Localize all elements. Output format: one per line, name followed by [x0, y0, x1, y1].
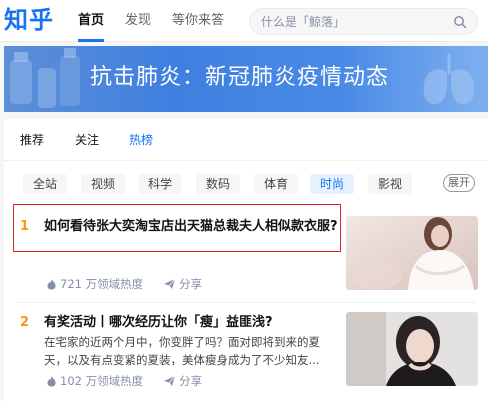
category-science[interactable]: 科学 [138, 174, 183, 194]
item-title[interactable]: 如何看待张大奕淘宝店出天猫总裁夫人相似款衣服? [44, 218, 338, 236]
share-label: 分享 [179, 374, 203, 388]
tab-hot[interactable]: 热榜 [129, 132, 153, 148]
share-button[interactable]: 分享 [163, 276, 202, 292]
zhihu-logo[interactable]: 知乎 [4, 4, 54, 36]
heat-value: 721 万领域热度 [60, 277, 144, 291]
heat-value: 102 万领域热度 [60, 374, 144, 388]
covid-banner[interactable]: 抗击肺炎：新冠肺炎疫情动态 [4, 46, 488, 112]
rank-number: 2 [20, 315, 30, 330]
category-fashion[interactable]: 时尚 [310, 174, 355, 194]
tab-recommend[interactable]: 推荐 [20, 132, 44, 148]
item-title[interactable]: 有奖活动丨哪次经历让你「瘦」益匪浅? [44, 314, 273, 332]
flame-icon [47, 279, 56, 290]
category-sports[interactable]: 体育 [254, 174, 299, 194]
category-digital[interactable]: 数码 [196, 174, 241, 194]
search-box[interactable]: 什么是「鲸落」 [249, 8, 478, 35]
feed-tabs: 推荐 关注 热榜 [4, 119, 488, 161]
category-film[interactable]: 影视 [368, 174, 413, 194]
item-meta: 102 万领域热度 分享 [46, 373, 202, 389]
top-navigation-bar: 知乎 首页 发现 等你来答 什么是「鲸落」 [0, 0, 488, 42]
search-input[interactable]: 什么是「鲸落」 [261, 14, 345, 30]
share-button[interactable]: 分享 [163, 373, 202, 389]
excerpt-line: 天，以及有点变紧的夏装，美体瘦身成为了不少知友... [44, 353, 320, 367]
nav-active-indicator [78, 39, 104, 42]
item-divider [16, 302, 476, 303]
share-label: 分享 [179, 277, 203, 291]
share-icon [164, 278, 176, 289]
tab-follow[interactable]: 关注 [75, 132, 99, 148]
item-excerpt[interactable]: 在宅家的近两个月中，你变胖了吗？面对即将到来的夏 天，以及有点变紧的夏装，美体瘦… [44, 333, 334, 369]
nav-waiting-answers[interactable]: 等你来答 [172, 12, 224, 30]
item-meta: 721 万领域热度 分享 [46, 276, 202, 292]
search-icon[interactable] [453, 15, 467, 29]
item-thumbnail[interactable] [346, 312, 478, 386]
flame-icon [47, 376, 56, 387]
nav-discover[interactable]: 发现 [125, 12, 151, 30]
category-video[interactable]: 视频 [81, 174, 126, 194]
rank-number: 1 [20, 219, 30, 234]
item-thumbnail[interactable] [346, 216, 478, 290]
category-all[interactable]: 全站 [23, 174, 68, 194]
nav-home[interactable]: 首页 [78, 12, 104, 30]
excerpt-line: 在宅家的近两个月中，你变胖了吗？面对即将到来的夏 [44, 335, 320, 349]
expand-button[interactable]: 展开 [443, 174, 475, 192]
hot-list-card: 推荐 关注 热榜 全站 视频 科学 数码 体育 时尚 影视 展开 1 如何看待张… [4, 119, 488, 401]
share-icon [164, 375, 176, 386]
banner-title: 抗击肺炎：新冠肺炎疫情动态 [90, 65, 390, 90]
lungs-icon [423, 54, 475, 105]
